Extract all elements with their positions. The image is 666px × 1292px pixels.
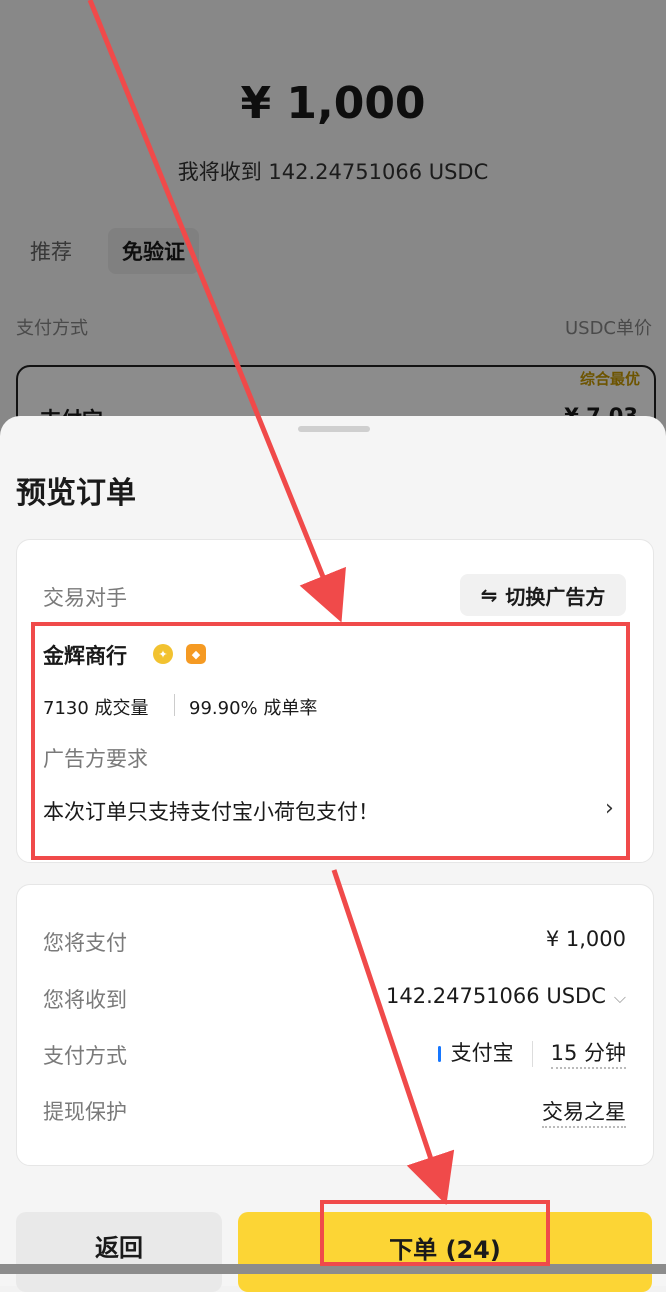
payment-method-row: 支付宝 15 分钟 <box>437 1037 626 1069</box>
pay-amount-label: 您将支付 <box>43 931 127 955</box>
trade-count: 7130 成交量 <box>43 698 149 719</box>
switch-advertiser-label: 切换广告方 <box>505 584 606 609</box>
swap-icon: ⇋ <box>480 583 498 607</box>
alipay-icon <box>437 1046 441 1062</box>
withdraw-protection-label: 提现保护 <box>43 1100 127 1124</box>
merchant-badge-icon: ◆ <box>186 644 206 664</box>
payment-divider <box>531 1041 533 1067</box>
switch-advertiser-button[interactable]: ⇋ 切换广告方 <box>460 574 626 616</box>
stat-divider <box>174 694 175 716</box>
completion-rate: 99.90% 成单率 <box>189 698 318 719</box>
bottom-edge-bar <box>0 1264 666 1274</box>
place-order-button[interactable]: 下单 (24) <box>238 1212 652 1292</box>
requirements-label: 广告方要求 <box>43 747 148 771</box>
payment-method-label: 支付方式 <box>43 1044 127 1068</box>
sheet-title: 预览订单 <box>16 476 136 511</box>
trade-star-label: 交易之星 <box>542 1100 626 1128</box>
payment-method-value: 支付宝 <box>450 1041 514 1065</box>
back-button[interactable]: 返回 <box>16 1212 222 1292</box>
merchant-name[interactable]: 金辉商行 <box>43 640 127 670</box>
chevron-right-icon[interactable]: › <box>605 796 614 821</box>
receive-amount-label: 您将收到 <box>43 988 127 1012</box>
receive-amount-value: 142.24751066 USDC <box>386 984 606 1008</box>
requirements-text[interactable]: 本次订单只支持支付宝小荷包支付！ <box>43 796 379 826</box>
verified-badge-icon: ✦ <box>153 644 173 664</box>
pay-amount-value: ¥ 1,000 <box>545 927 626 951</box>
sheet-drag-handle[interactable] <box>298 426 370 432</box>
withdraw-protection-value[interactable]: 交易之星 <box>542 1096 626 1128</box>
chevron-down-icon: ⌵ <box>613 988 626 1007</box>
receive-amount-row[interactable]: 142.24751066 USDC ⌵ <box>386 984 626 1008</box>
payment-time-limit[interactable]: 15 分钟 <box>550 1041 626 1069</box>
counterparty-label: 交易对手 <box>43 586 127 610</box>
